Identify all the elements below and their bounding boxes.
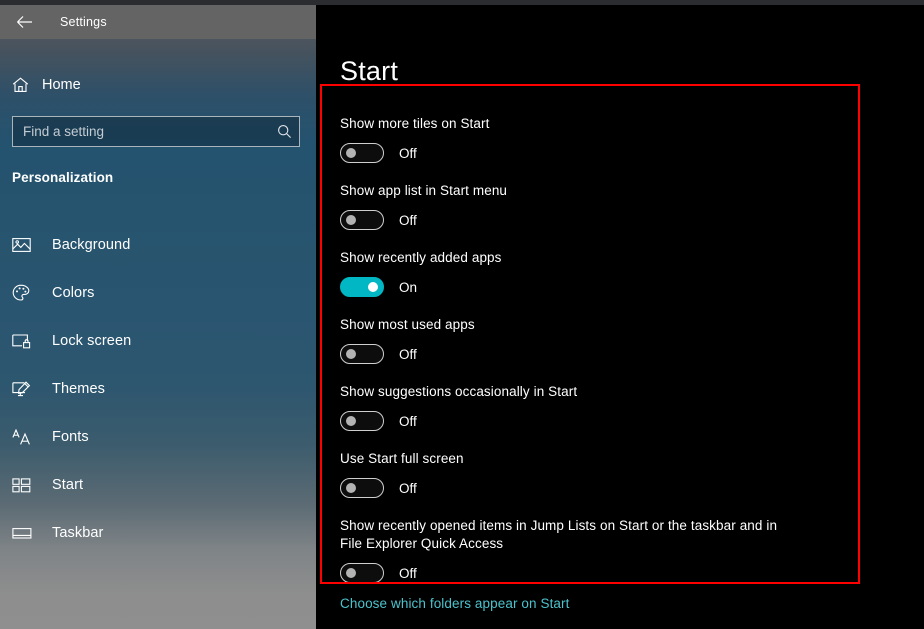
sidebar-item-taskbar-label: Taskbar: [52, 525, 104, 541]
sidebar: Settings Home Personalization: [0, 5, 316, 629]
back-arrow-icon: [16, 15, 33, 29]
setting-show-recently-opened-items: Show recently opened items in Jump Lists…: [340, 517, 900, 583]
toggle-knob: [346, 349, 356, 359]
sidebar-item-home-label: Home: [42, 77, 81, 93]
setting-use-start-full-screen: Use Start full screen Off: [340, 450, 900, 498]
setting-show-app-list: Show app list in Start menu Off: [340, 182, 900, 230]
lock-screen-icon: [12, 329, 40, 353]
toggle-switch[interactable]: [340, 277, 384, 297]
sidebar-item-lock-screen-label: Lock screen: [52, 333, 132, 349]
toggle-knob: [346, 148, 356, 158]
page-title: Start: [340, 56, 399, 86]
toggle-knob: [346, 416, 356, 426]
sidebar-item-colors[interactable]: Colors: [0, 269, 316, 317]
sidebar-item-background-label: Background: [52, 237, 131, 253]
toggle-state-label: Off: [399, 145, 417, 161]
sidebar-item-start[interactable]: Start: [0, 461, 316, 509]
sidebar-item-fonts-label: Fonts: [52, 429, 89, 445]
toggle-state-label: Off: [399, 413, 417, 429]
sidebar-section-title: Personalization: [12, 170, 114, 185]
start-tiles-icon: [12, 473, 40, 497]
toggle-knob: [346, 215, 356, 225]
setting-label: Use Start full screen: [340, 451, 464, 466]
fonts-icon: [12, 425, 40, 449]
toggle-state-label: Off: [399, 346, 417, 362]
toggle-state-label: Off: [399, 565, 417, 581]
toggle-switch[interactable]: [340, 563, 384, 583]
sidebar-item-home[interactable]: Home: [0, 69, 316, 101]
toggle-switch[interactable]: [340, 143, 384, 163]
setting-show-most-used-apps: Show most used apps Off: [340, 316, 900, 364]
setting-label: Show most used apps: [340, 317, 475, 332]
sidebar-item-lock-screen[interactable]: Lock screen: [0, 317, 316, 365]
toggle-switch[interactable]: [340, 210, 384, 230]
sidebar-item-themes-label: Themes: [52, 381, 105, 397]
setting-label: Show more tiles on Start: [340, 116, 490, 131]
sidebar-item-background[interactable]: Background: [0, 221, 316, 269]
taskbar-icon: [12, 521, 40, 545]
home-icon: [12, 77, 38, 93]
settings-list: Show more tiles on Start Off Show app li…: [340, 115, 900, 602]
search-box[interactable]: [12, 116, 300, 147]
sidebar-item-colors-label: Colors: [52, 285, 95, 301]
toggle-row: Off: [340, 563, 900, 583]
toggle-state-label: Off: [399, 480, 417, 496]
palette-icon: [12, 281, 40, 305]
toggle-switch[interactable]: [340, 344, 384, 364]
toggle-row: On: [340, 277, 900, 297]
search-input[interactable]: [13, 124, 269, 139]
title-bar: Settings: [0, 5, 316, 39]
toggle-row: Off: [340, 411, 900, 431]
choose-folders-link-row: Choose which folders appear on Start: [340, 595, 569, 613]
toggle-knob: [368, 282, 378, 292]
image-icon: [12, 233, 40, 257]
toggle-row: Off: [340, 143, 900, 163]
setting-label: Show suggestions occasionally in Start: [340, 384, 578, 399]
setting-show-more-tiles: Show more tiles on Start Off: [340, 115, 900, 163]
settings-window: Settings Home Personalization: [0, 0, 924, 629]
toggle-row: Off: [340, 210, 900, 230]
back-button[interactable]: [0, 5, 48, 39]
toggle-knob: [346, 568, 356, 578]
theme-brush-icon: [12, 377, 40, 401]
toggle-state-label: On: [399, 279, 418, 295]
setting-show-recently-added-apps: Show recently added apps On: [340, 249, 900, 297]
sidebar-item-taskbar[interactable]: Taskbar: [0, 509, 316, 557]
toggle-switch[interactable]: [340, 411, 384, 431]
search-icon[interactable]: [269, 124, 299, 139]
toggle-knob: [346, 483, 356, 493]
toggle-switch[interactable]: [340, 478, 384, 498]
sidebar-item-themes[interactable]: Themes: [0, 365, 316, 413]
setting-show-suggestions: Show suggestions occasionally in Start O…: [340, 383, 900, 431]
toggle-state-label: Off: [399, 212, 417, 228]
sidebar-nav: Background Colors Lock screen Themes Fon…: [0, 221, 316, 557]
setting-label: Show recently added apps: [340, 250, 502, 265]
main-content: Start Show more tiles on Start Off Show …: [316, 5, 924, 629]
choose-folders-link[interactable]: Choose which folders appear on Start: [340, 596, 569, 611]
toggle-row: Off: [340, 344, 900, 364]
window-title: Settings: [60, 15, 107, 29]
setting-label: Show app list in Start menu: [340, 183, 508, 198]
sidebar-item-fonts[interactable]: Fonts: [0, 413, 316, 461]
setting-label: Show recently opened items in Jump Lists…: [340, 518, 778, 551]
toggle-row: Off: [340, 478, 900, 498]
sidebar-item-start-label: Start: [52, 477, 84, 493]
